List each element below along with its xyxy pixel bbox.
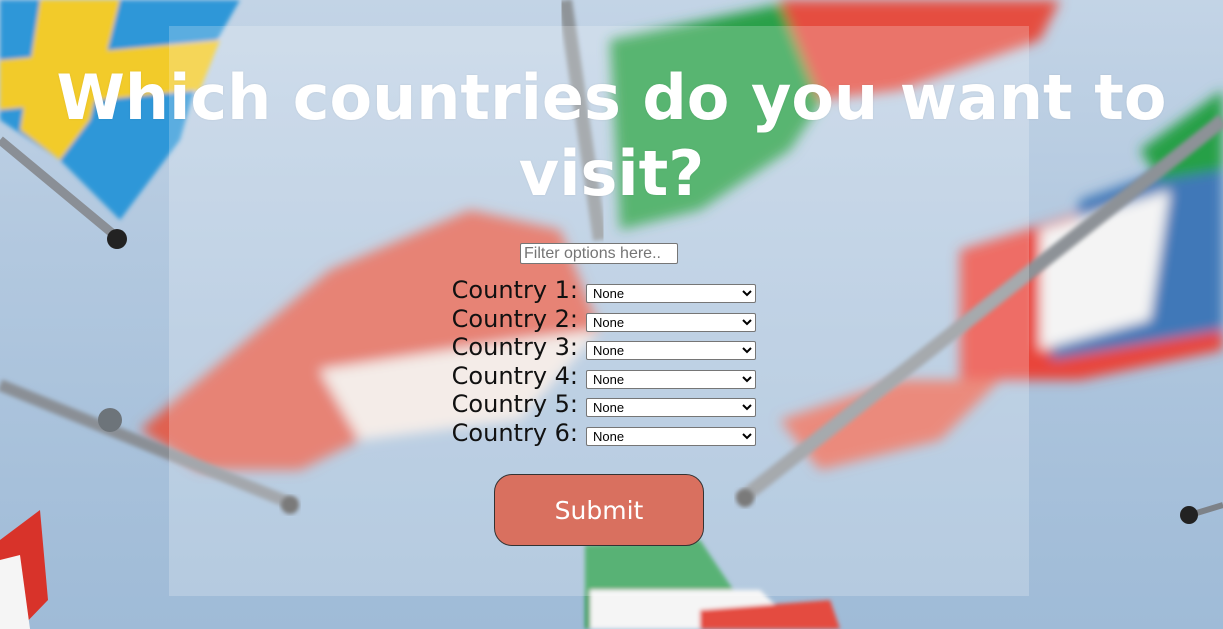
country-row: Country 4: None (0, 362, 1223, 390)
country-label: Country 3: (451, 333, 578, 362)
country-row: Country 5: None (0, 390, 1223, 418)
country-label: Country 1: (451, 276, 578, 304)
country-select-5[interactable]: None (586, 398, 756, 418)
country-select-3[interactable]: None (586, 341, 756, 361)
country-row: Country 3: None (0, 333, 1223, 361)
country-select-4[interactable]: None (586, 369, 756, 389)
country-select-2[interactable]: None (586, 312, 756, 332)
country-label: Country 4: (451, 361, 578, 390)
country-label: Country 2: (451, 304, 578, 333)
page-title: Which countries do you want to visit? (56, 61, 1167, 210)
country-select-1[interactable]: None (586, 284, 756, 303)
country-row: Country 1: None (0, 276, 1223, 304)
country-row: Country 6: None (0, 419, 1223, 447)
country-select-6[interactable]: None (586, 427, 756, 446)
country-label: Country 5: (451, 390, 578, 419)
filter-input[interactable] (520, 243, 678, 264)
country-row: Country 2: None (0, 305, 1223, 333)
submit-button[interactable]: Submit (494, 474, 704, 546)
country-label: Country 6: (451, 419, 578, 447)
